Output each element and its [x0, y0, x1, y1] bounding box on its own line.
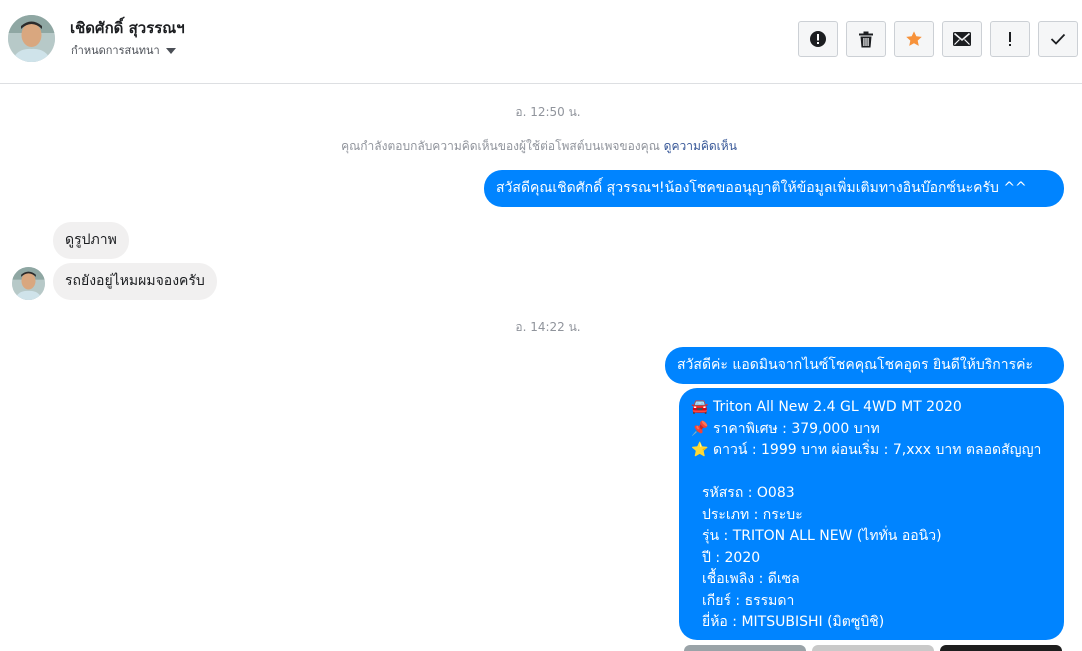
card-line-price: 📌 ราคาพิเศษ : 379,000 บาท	[691, 419, 1052, 441]
envelope-icon	[953, 32, 971, 46]
vehicle-price: ราคาพิเศษ : 379,000 บาท	[713, 420, 880, 437]
mark-done-button[interactable]	[1038, 21, 1078, 57]
spam-button[interactable]	[990, 21, 1030, 57]
star-button[interactable]	[894, 21, 934, 57]
caret-down-icon	[165, 47, 176, 54]
star-emoji-icon: ⭐	[691, 442, 709, 458]
card-line-down: ⭐ ดาวน์ : 1999 บาท ผ่อนเริ่ม : 7,xxx บาท…	[691, 440, 1052, 462]
car-icon: 🚘	[691, 399, 709, 415]
vehicle-type: ประเภท : กระบะ	[702, 506, 803, 523]
vehicle-down-payment: ดาวน์ : 1999 บาท ผ่อนเริ่ม : 7,xxx บาท ต…	[713, 442, 1042, 458]
photo-attachments	[684, 645, 1062, 651]
vehicle-info-message[interactable]: 🚘 Triton All New 2.4 GL 4WD MT 2020 📌 รา…	[679, 388, 1064, 640]
check-icon	[1050, 33, 1066, 45]
photo-thumbnail[interactable]	[812, 645, 934, 651]
notice-text: คุณกำลังตอบกลับความคิดเห็นของผู้ใช้ต่อโพ…	[341, 139, 660, 153]
vehicle-gear: เกียร์ : ธรรมดา	[702, 592, 795, 609]
vehicle-code: รหัสรถ : O083	[702, 485, 795, 501]
comment-reply-notice: คุณกำลังตอบกลับความคิดเห็นของผู้ใช้ต่อโพ…	[0, 137, 1078, 156]
timestamp: อ. 12:50 น.	[515, 105, 581, 119]
conversation-options-label: กำหนดการสนทนา	[71, 44, 160, 57]
outgoing-message[interactable]: สวัสดีค่ะ แอดมินจากไนซ์โชคคุณโชคอุดร ยิน…	[665, 347, 1064, 384]
vehicle-brand: ยี่ห้อ : MITSUBISHI (มิตซูบิชิ)	[702, 614, 885, 630]
view-comment-link[interactable]: ดูความคิดเห็น	[664, 139, 737, 153]
conversation-toolbar	[798, 21, 1078, 57]
vehicle-fuel: เชื้อเพลิง : ดีเซล	[702, 571, 800, 587]
incoming-message[interactable]: รถยังอยู่ไหมผมจองครับ	[53, 263, 217, 300]
vehicle-model: รุ่น : TRITON ALL NEW (ไททั่น ออนิว)	[702, 528, 942, 544]
photo-thumbnail[interactable]	[684, 645, 806, 651]
alert-circle-icon	[810, 31, 826, 47]
conversation-options-dropdown[interactable]: กำหนดการสนทนา	[71, 41, 176, 59]
conversation-header: เชิดศักดิ์ สุวรรณฯ กำหนดการสนทนา	[0, 0, 1082, 84]
pushpin-icon: 📌	[691, 420, 709, 437]
trash-icon	[859, 31, 873, 47]
exclamation-icon	[1009, 32, 1011, 46]
vehicle-title: Triton All New 2.4 GL 4WD MT 2020	[713, 399, 962, 415]
delete-button[interactable]	[846, 21, 886, 57]
contact-avatar[interactable]	[8, 15, 55, 62]
card-line-title: 🚘 Triton All New 2.4 GL 4WD MT 2020	[691, 397, 1052, 419]
contact-avatar-small[interactable]	[12, 267, 45, 300]
outgoing-message[interactable]: สวัสดีคุณเชิดศักดิ์ สุวรรณฯ!น้องโชคขออนุ…	[484, 170, 1064, 207]
photo-thumbnail[interactable]	[940, 645, 1062, 651]
incoming-message[interactable]: ดูรูปภาพ	[53, 222, 129, 259]
contact-name[interactable]: เชิดศักดิ์ สุวรรณฯ	[70, 16, 185, 40]
timestamp: อ. 14:22 น.	[515, 320, 581, 334]
star-icon	[906, 31, 922, 46]
mark-unread-button[interactable]	[942, 21, 982, 57]
vehicle-year: ปี : 2020	[702, 549, 761, 566]
report-button[interactable]	[798, 21, 838, 57]
